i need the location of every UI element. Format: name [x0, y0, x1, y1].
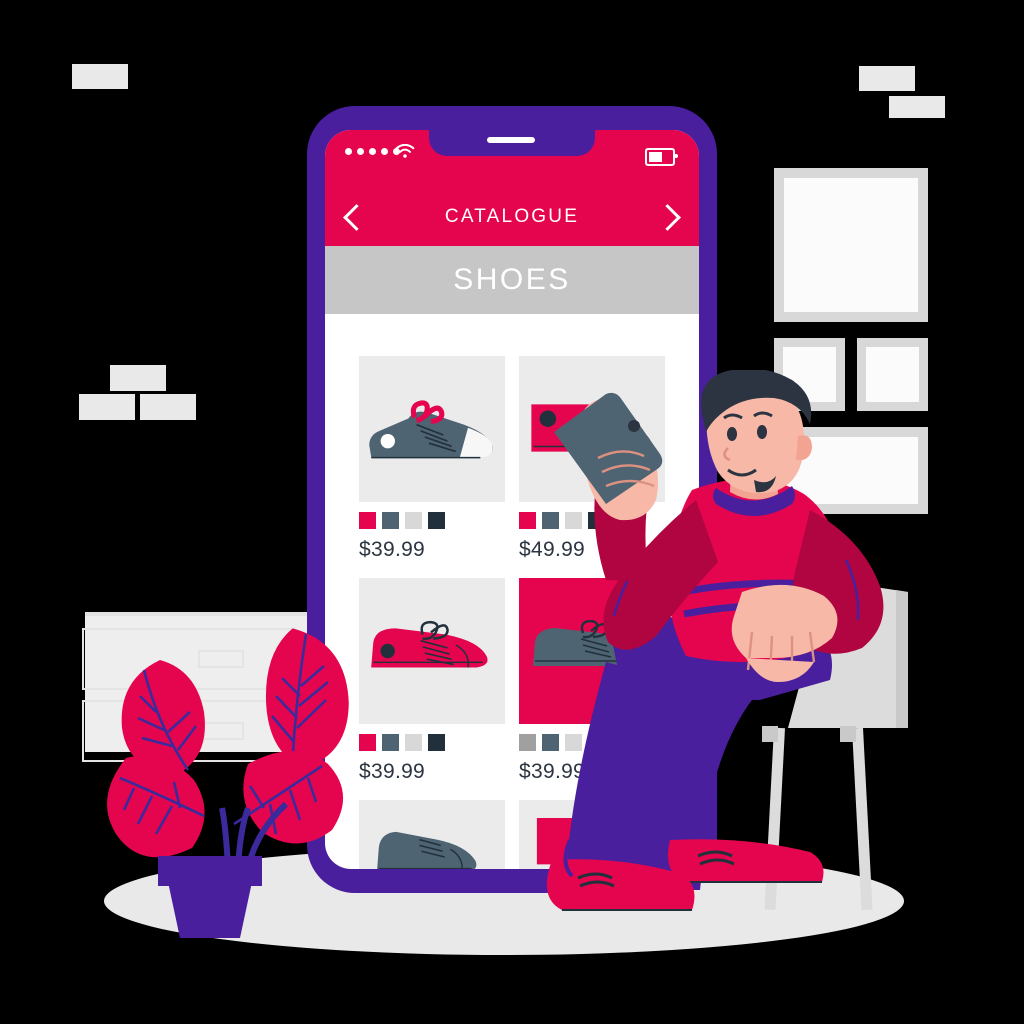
chevron-right-icon[interactable] — [654, 203, 681, 231]
swatch[interactable] — [382, 512, 399, 529]
wall-note-top-left — [72, 64, 128, 89]
swatch[interactable] — [428, 512, 445, 529]
swatch[interactable] — [359, 512, 376, 529]
shoe-far — [668, 839, 824, 882]
frame-mat — [784, 178, 918, 312]
wifi-icon — [395, 144, 415, 158]
product-price: $39.99 — [359, 538, 426, 561]
pot-body — [168, 882, 252, 938]
low-top-sneaker-icon — [369, 400, 493, 459]
wall-note-mid-a — [110, 365, 166, 391]
eye — [727, 427, 737, 441]
chevron-left-icon[interactable] — [343, 203, 370, 231]
phone-camera — [628, 420, 640, 432]
seated-man-with-phone — [546, 370, 884, 911]
status-bar — [325, 130, 699, 188]
earpiece-speaker-icon — [487, 137, 535, 143]
swatch[interactable] — [382, 734, 399, 751]
ankle-boot-icon — [377, 831, 477, 869]
plant-leaf — [107, 755, 205, 858]
product-card[interactable]: $39.99 — [359, 356, 505, 572]
wall-note-mid-b — [79, 394, 135, 420]
signal-dots-icon — [345, 148, 400, 155]
wall-note-top-right-a — [859, 66, 915, 91]
swatch[interactable] — [405, 512, 422, 529]
product-card[interactable] — [359, 800, 505, 869]
picture-frame-large — [774, 168, 928, 322]
eye — [757, 425, 767, 439]
nav-title: CATALOGUE — [444, 206, 580, 227]
lace-up-sneaker-icon — [371, 620, 488, 668]
ear — [796, 435, 812, 461]
plant-leaf — [233, 751, 344, 844]
battery-icon — [645, 148, 678, 166]
swatch[interactable] — [428, 734, 445, 751]
product-card[interactable]: $39.99 — [359, 578, 505, 794]
wall-note-top-right-b — [889, 96, 945, 118]
nav-bar: CATALOGUE — [325, 188, 699, 246]
pot-rim — [158, 856, 262, 886]
potted-plant — [107, 628, 349, 938]
swatch[interactable] — [405, 734, 422, 751]
category-label: SHOES — [453, 263, 571, 296]
category-bar: SHOES — [325, 246, 699, 314]
phone-notch — [429, 130, 595, 156]
illustration-canvas: CATALOGUE SHOES $39.99 $49.99 $39.99 $39… — [0, 0, 1024, 1024]
plant-leaf — [265, 628, 349, 769]
wall-note-mid-c — [140, 394, 196, 420]
color-swatches[interactable] — [359, 512, 445, 529]
